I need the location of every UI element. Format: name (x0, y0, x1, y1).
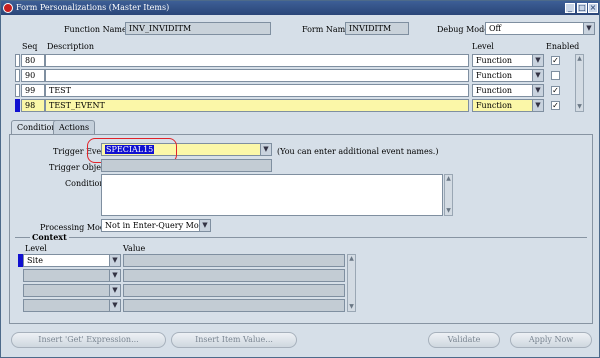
condition-textarea[interactable] (101, 174, 443, 216)
enabled-checkbox[interactable] (551, 71, 560, 80)
chevron-down-icon[interactable]: ▼ (532, 55, 543, 66)
level-value: Function (476, 71, 513, 80)
scroll-up-icon[interactable]: ▲ (576, 55, 583, 63)
function-name-label: Function Name (64, 25, 127, 34)
insert-get-expression-button[interactable]: Insert 'Get' Expression... (11, 332, 166, 348)
processing-mode-label: Processing Mode (40, 223, 110, 232)
window-title: Form Personalizations (Master Items) (16, 3, 170, 12)
context-value-field[interactable] (123, 299, 345, 312)
context-value-header: Value (123, 244, 146, 253)
current-record-indicator[interactable] (15, 99, 20, 112)
seq-field[interactable]: 99 (21, 84, 45, 97)
description-field[interactable]: TEST_EVENT (45, 99, 469, 112)
title-bar: Form Personalizations (Master Items) _ □… (1, 1, 599, 15)
level-value: Function (476, 56, 513, 65)
close-icon[interactable]: × (588, 3, 598, 13)
record-indicator[interactable] (15, 69, 20, 82)
record-indicator[interactable] (15, 84, 20, 97)
level-value: Function (476, 86, 513, 95)
chevron-down-icon[interactable]: ▼ (199, 220, 210, 231)
chevron-down-icon[interactable]: ▼ (532, 100, 543, 111)
context-value-field[interactable] (123, 269, 345, 282)
trigger-object-label: Trigger Object (49, 163, 109, 172)
enabled-checkbox[interactable]: ✓ (551, 101, 560, 110)
scroll-up-icon[interactable]: ▲ (348, 255, 355, 263)
level-select[interactable]: Function ▼ (472, 99, 544, 112)
condition-scrollbar[interactable]: ▲ ▼ (444, 174, 453, 216)
enabled-checkbox[interactable]: ✓ (551, 86, 560, 95)
chevron-down-icon[interactable]: ▼ (583, 23, 594, 34)
form-window: Form Personalizations (Master Items) _ □… (0, 0, 600, 358)
context-value-field[interactable] (123, 254, 345, 267)
scroll-down-icon[interactable]: ▼ (445, 207, 452, 215)
trigger-object-field[interactable] (101, 159, 272, 172)
seq-column-header: Seq (22, 42, 38, 51)
description-column-header: Description (47, 42, 94, 51)
context-value-field[interactable] (123, 284, 345, 297)
insert-item-value-button[interactable]: Insert Item Value... (171, 332, 297, 348)
processing-mode-select[interactable]: Not in Enter-Query Mode ▼ (101, 219, 211, 232)
chevron-down-icon[interactable]: ▼ (532, 85, 543, 96)
processing-mode-value: Not in Enter-Query Mode (105, 221, 209, 230)
oracle-logo-icon (3, 3, 13, 13)
debug-mode-label: Debug Mode (437, 25, 489, 34)
debug-mode-select[interactable]: Off ▼ (485, 22, 595, 35)
description-field[interactable]: TEST (45, 84, 469, 97)
trigger-event-hint: (You can enter additional event names.) (277, 147, 439, 156)
chevron-down-icon[interactable]: ▼ (532, 70, 543, 81)
enabled-checkbox[interactable]: ✓ (551, 56, 560, 65)
form-name-label: Form Name (302, 25, 350, 34)
level-value: Function (476, 101, 513, 110)
maximize-icon[interactable]: □ (577, 3, 587, 13)
context-title: Context (30, 232, 69, 242)
form-name-field[interactable]: INVIDITM (345, 22, 409, 35)
chevron-down-icon[interactable]: ▼ (260, 144, 271, 155)
level-select[interactable]: Function ▼ (472, 84, 544, 97)
tab-actions[interactable]: Actions (53, 120, 96, 134)
chevron-down-icon[interactable]: ▼ (109, 270, 120, 281)
context-scrollbar[interactable]: ▲ ▼ (347, 254, 356, 312)
scroll-down-icon[interactable]: ▼ (348, 303, 355, 311)
chevron-down-icon[interactable]: ▼ (109, 285, 120, 296)
context-level-select[interactable]: Site ▼ (23, 254, 121, 267)
apply-now-button[interactable]: Apply Now (510, 332, 592, 348)
validate-button[interactable]: Validate (428, 332, 500, 348)
enabled-column-header: Enabled (546, 42, 580, 51)
chevron-down-icon[interactable]: ▼ (109, 255, 120, 266)
level-column-header: Level (472, 42, 494, 51)
seq-field[interactable]: 98 (21, 99, 45, 112)
scroll-up-icon[interactable]: ▲ (445, 175, 452, 183)
level-select[interactable]: Function ▼ (472, 69, 544, 82)
context-level-value: Site (27, 256, 43, 265)
description-field[interactable] (45, 54, 469, 67)
minimize-icon[interactable]: _ (565, 3, 575, 13)
seq-field[interactable]: 90 (21, 69, 45, 82)
context-level-select[interactable]: ▼ (23, 284, 121, 297)
seq-field[interactable]: 80 (21, 54, 45, 67)
context-level-header: Level (25, 244, 47, 253)
record-indicator[interactable] (15, 54, 20, 67)
context-level-select[interactable]: ▼ (23, 299, 121, 312)
level-select[interactable]: Function ▼ (472, 54, 544, 67)
condition-label: Condition (65, 179, 105, 188)
context-level-select[interactable]: ▼ (23, 269, 121, 282)
grid-scrollbar[interactable]: ▲ ▼ (575, 54, 584, 112)
description-field[interactable] (45, 69, 469, 82)
debug-mode-value: Off (489, 24, 502, 33)
scroll-down-icon[interactable]: ▼ (576, 103, 583, 111)
chevron-down-icon[interactable]: ▼ (109, 300, 120, 311)
function-name-field[interactable]: INV_INVIDITM (125, 22, 271, 35)
